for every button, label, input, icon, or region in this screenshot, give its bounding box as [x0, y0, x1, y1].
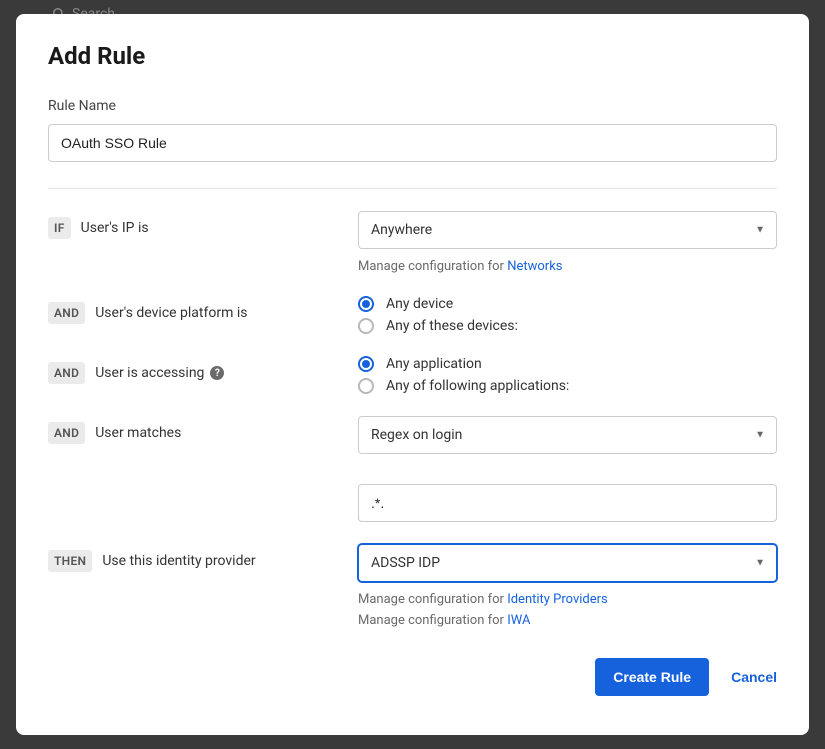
condition-matches-left: AND User matches — [48, 416, 358, 444]
accessing-option-these-label: Any of following applications: — [386, 378, 569, 394]
cancel-button[interactable]: Cancel — [731, 669, 777, 685]
condition-matches-label: User matches — [95, 425, 181, 441]
condition-accessing-left: AND User is accessing ? — [48, 356, 358, 384]
ip-select-wrap: Anywhere ▼ — [358, 211, 777, 249]
create-rule-button[interactable]: Create Rule — [595, 658, 709, 696]
idp-hint-2: Manage configuration for IWA — [358, 613, 777, 628]
condition-ip: IF User's IP is Anywhere ▼ Manage config… — [48, 211, 777, 274]
networks-link[interactable]: Networks — [507, 259, 562, 274]
condition-platform-label: User's device platform is — [95, 305, 247, 321]
condition-then-left: THEN Use this identity provider — [48, 544, 358, 572]
condition-accessing-label: User is accessing — [95, 365, 204, 381]
condition-platform-left: AND User's device platform is — [48, 296, 358, 324]
then-badge: THEN — [48, 550, 92, 572]
modal-footer: Create Rule Cancel — [48, 658, 777, 696]
idp-select[interactable]: ADSSP IDP — [358, 544, 777, 582]
radio-icon — [358, 318, 374, 334]
add-rule-modal: Add Rule Rule Name IF User's IP is Anywh… — [16, 14, 809, 735]
condition-matches: AND User matches Regex on login ▼ — [48, 416, 777, 522]
condition-ip-label: User's IP is — [81, 220, 149, 236]
accessing-option-any-label: Any application — [386, 356, 482, 372]
ip-hint-prefix: Manage configuration for — [358, 259, 507, 274]
condition-ip-left: IF User's IP is — [48, 211, 358, 239]
and-badge: AND — [48, 422, 85, 444]
radio-icon — [358, 378, 374, 394]
help-icon[interactable]: ? — [210, 366, 224, 380]
idp-hint1-prefix: Manage configuration for — [358, 592, 507, 607]
accessing-option-any[interactable]: Any application — [358, 356, 777, 372]
ip-select[interactable]: Anywhere — [358, 211, 777, 249]
rule-name-input[interactable] — [48, 124, 777, 162]
condition-accessing: AND User is accessing ? Any application … — [48, 356, 777, 394]
and-badge: AND — [48, 302, 85, 324]
condition-platform: AND User's device platform is Any device… — [48, 296, 777, 334]
idp-hint2-prefix: Manage configuration for — [358, 613, 507, 628]
identity-providers-link[interactable]: Identity Providers — [507, 592, 608, 607]
if-badge: IF — [48, 217, 71, 239]
condition-then: THEN Use this identity provider ADSSP ID… — [48, 544, 777, 628]
matches-select[interactable]: Regex on login — [358, 416, 777, 454]
idp-hint-1: Manage configuration for Identity Provid… — [358, 592, 777, 607]
platform-option-any[interactable]: Any device — [358, 296, 777, 312]
condition-then-label: Use this identity provider — [102, 553, 255, 569]
iwa-link[interactable]: IWA — [507, 613, 530, 628]
matches-select-wrap: Regex on login ▼ — [358, 416, 777, 454]
radio-icon — [358, 356, 374, 372]
and-badge: AND — [48, 362, 85, 384]
rule-name-label: Rule Name — [48, 98, 777, 114]
accessing-option-these[interactable]: Any of following applications: — [358, 378, 777, 394]
regex-input[interactable] — [358, 484, 777, 522]
radio-icon — [358, 296, 374, 312]
platform-option-any-label: Any device — [386, 296, 453, 312]
modal-title: Add Rule — [48, 42, 777, 70]
platform-option-these[interactable]: Any of these devices: — [358, 318, 777, 334]
section-divider — [48, 188, 777, 189]
platform-option-these-label: Any of these devices: — [386, 318, 518, 334]
ip-hint: Manage configuration for Networks — [358, 259, 777, 274]
idp-select-wrap: ADSSP IDP ▼ — [358, 544, 777, 582]
